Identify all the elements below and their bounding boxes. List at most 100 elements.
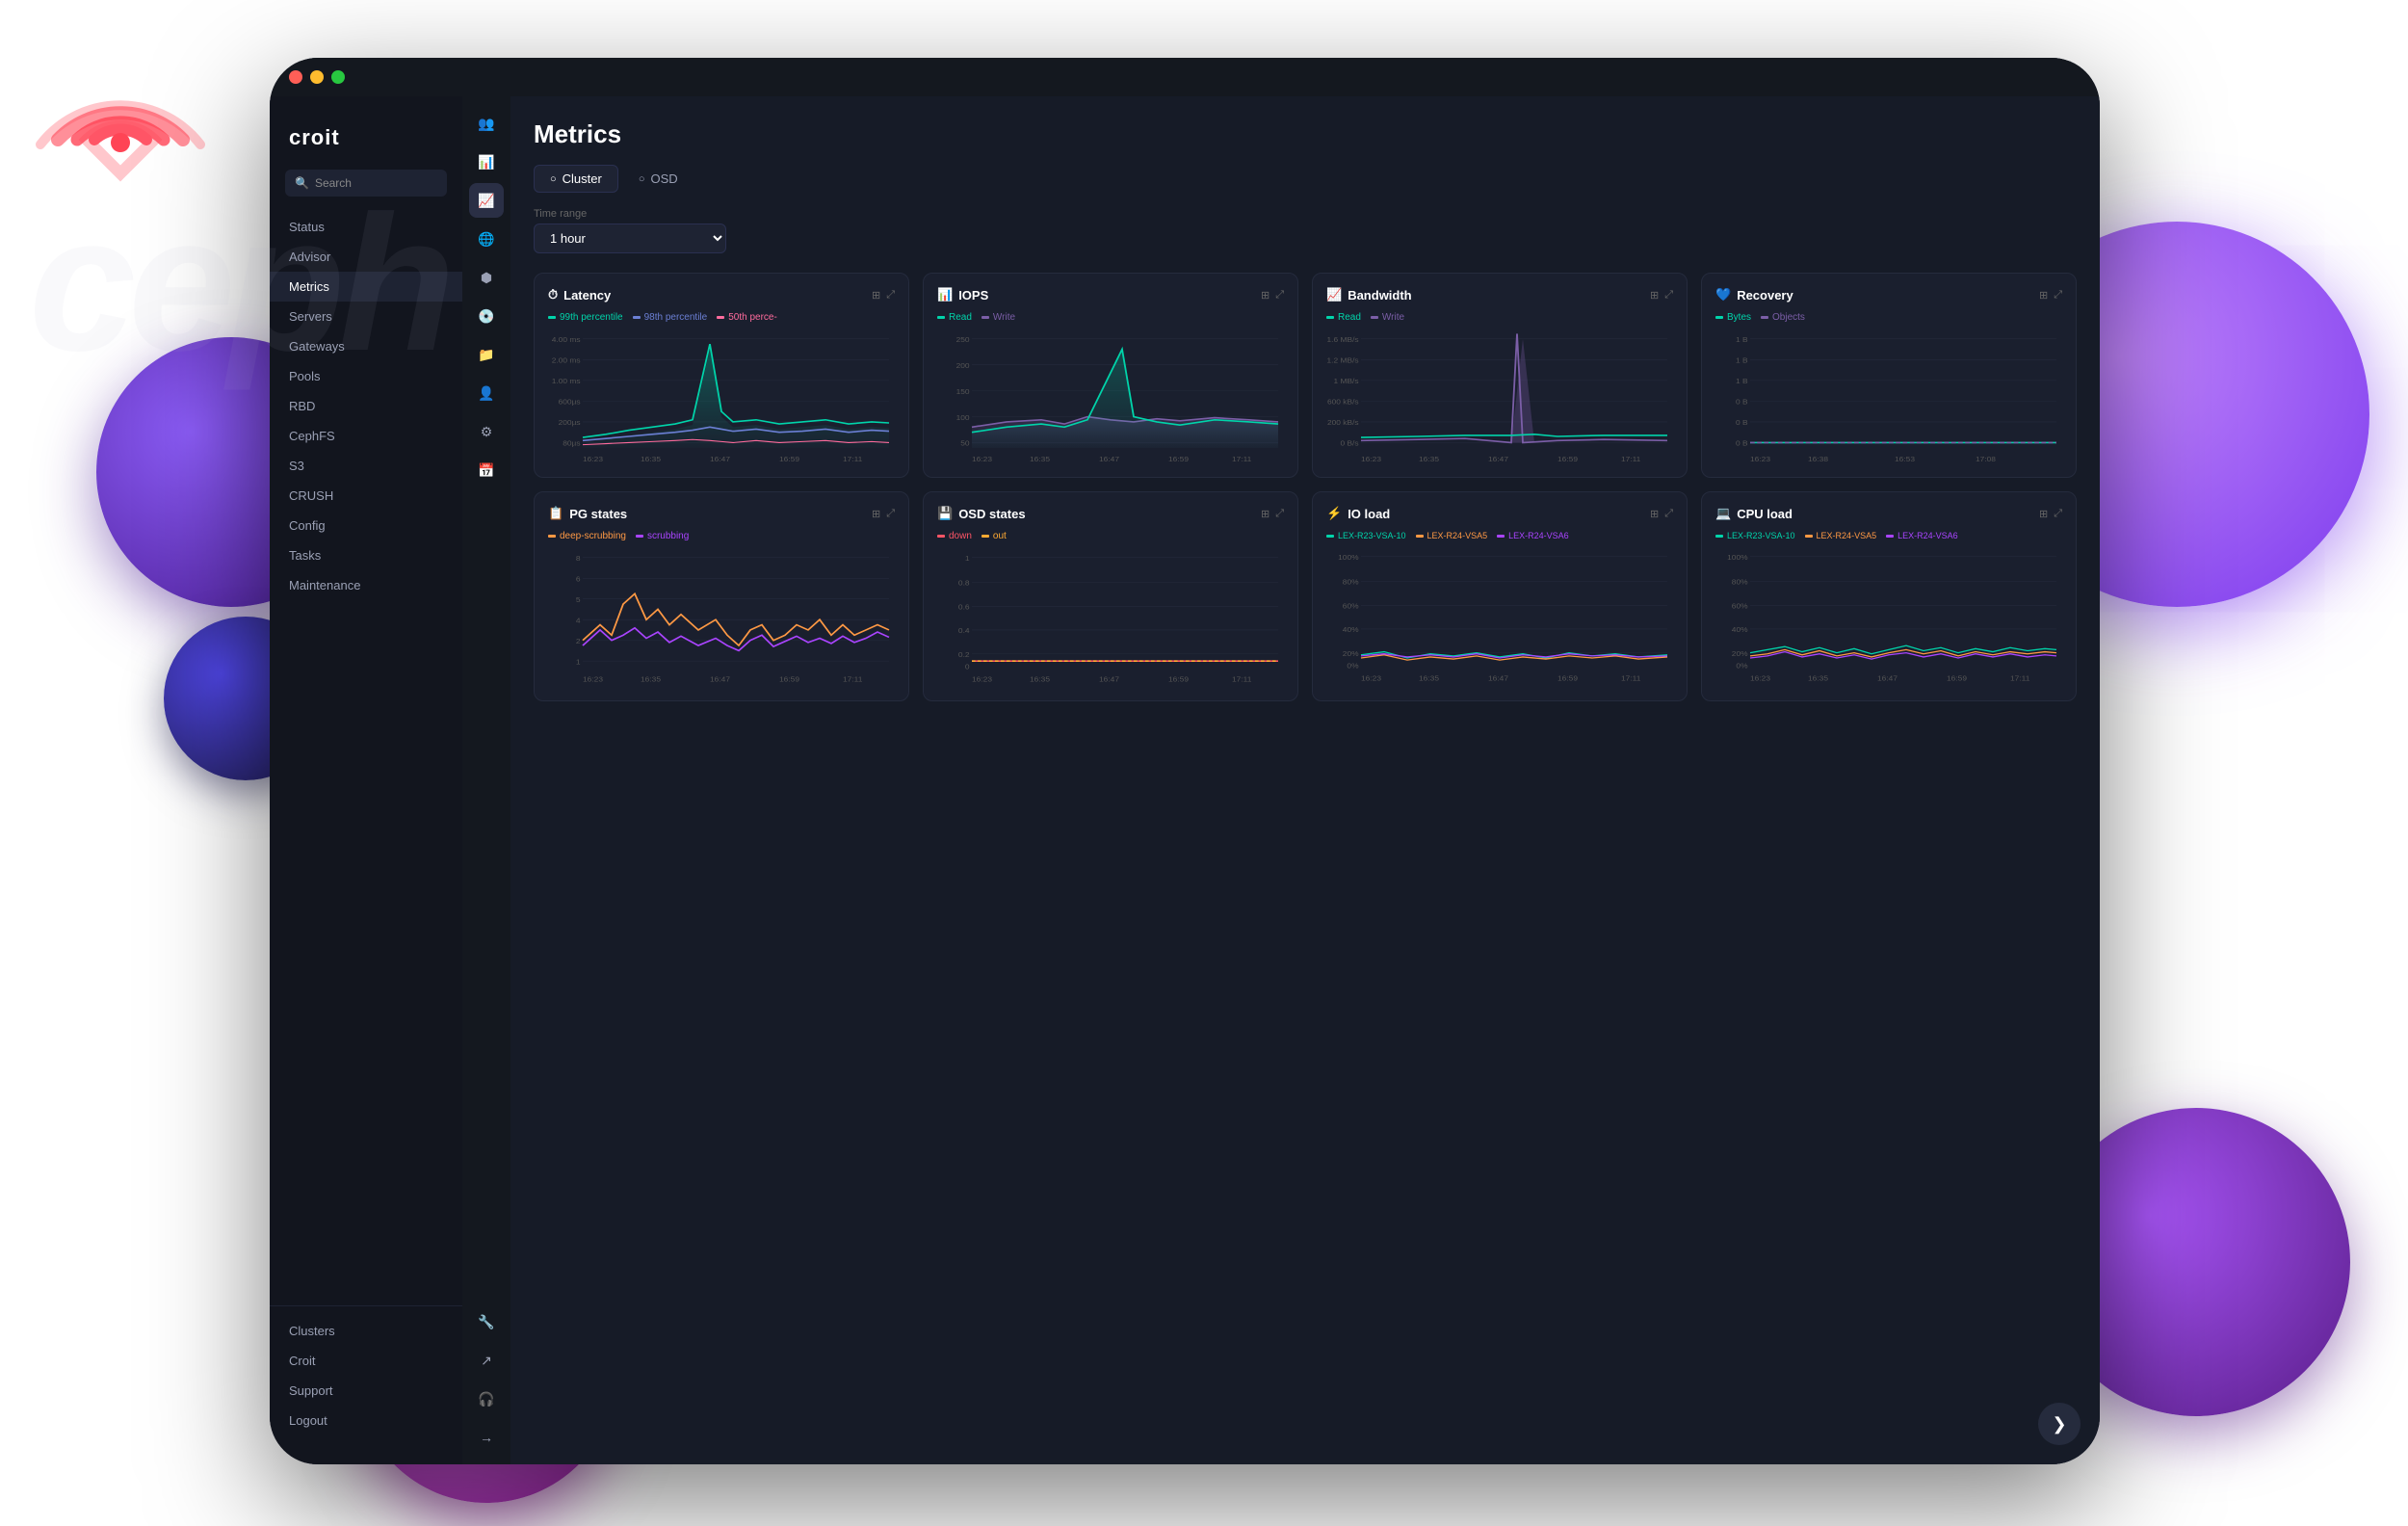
sidebar-search-box[interactable]: 🔍 Search	[285, 170, 447, 197]
svg-text:16:47: 16:47	[1099, 675, 1120, 683]
osd-expand-icon[interactable]: ⤢	[1275, 508, 1284, 520]
sidebar-item-metrics[interactable]: Metrics	[270, 272, 462, 302]
icon-strip-settings[interactable]: ⚙	[469, 414, 504, 449]
icon-strip-tools[interactable]: 🔧	[469, 1304, 504, 1339]
cpu-grid-icon[interactable]: ⊞	[2039, 508, 2048, 520]
bw-legend-read-dot	[1326, 316, 1334, 319]
icon-strip-exit[interactable]: →	[469, 1420, 504, 1455]
sidebar-item-cephfs[interactable]: CephFS	[270, 421, 462, 451]
svg-text:16:35: 16:35	[1030, 675, 1051, 683]
cpu-legend-vsa5-label: LEX-R24-VSA5	[1817, 531, 1877, 540]
iops-icon: 📊	[937, 287, 953, 303]
icon-strip-calendar[interactable]: 📅	[469, 453, 504, 487]
svg-text:17:11: 17:11	[843, 455, 863, 463]
legend-read: Read	[937, 312, 972, 323]
advisor-label: Advisor	[289, 250, 330, 264]
legend-99th: 99th percentile	[548, 312, 623, 323]
sidebar-item-gateways[interactable]: Gateways	[270, 331, 462, 361]
svg-text:16:23: 16:23	[1361, 674, 1382, 682]
io-legend: LEX-R23-VSA-10 LEX-R24-VSA5 LEX-R24-VSA6	[1326, 531, 1673, 540]
icon-strip-users[interactable]: 👥	[469, 106, 504, 141]
time-range-selector[interactable]: 1 hour 6 hours 24 hours	[534, 224, 726, 253]
pg-card-header: 📋 PG states ⊞ ⤢	[548, 506, 895, 521]
traffic-light-green[interactable]	[331, 70, 345, 84]
traffic-light-yellow[interactable]	[310, 70, 324, 84]
latency-expand-icon[interactable]: ⤢	[886, 289, 895, 302]
sidebar-item-pools[interactable]: Pools	[270, 361, 462, 391]
pg-legend-scrub: scrubbing	[636, 531, 689, 541]
sidebar-item-support[interactable]: Support	[270, 1376, 462, 1406]
cpu-card-header: 💻 CPU load ⊞ ⤢	[1715, 506, 2062, 521]
icon-strip-folder[interactable]: 📁	[469, 337, 504, 372]
svg-text:16:59: 16:59	[1557, 674, 1579, 682]
tab-osd-label: OSD	[651, 171, 678, 186]
iops-grid-icon[interactable]: ⊞	[1261, 289, 1269, 302]
iops-title: 📊 IOPS	[937, 287, 988, 303]
svg-text:0%: 0%	[1736, 662, 1747, 670]
sidebar-item-advisor[interactable]: Advisor	[270, 242, 462, 272]
time-range-section: Time range 1 hour 6 hours 24 hours	[534, 208, 2077, 253]
iops-expand-icon[interactable]: ⤢	[1275, 289, 1284, 302]
legend-99th-dot	[548, 316, 556, 319]
osd-grid-icon[interactable]: ⊞	[1261, 508, 1269, 520]
traffic-light-red[interactable]	[289, 70, 302, 84]
tab-osd[interactable]: ○ OSD	[622, 165, 694, 193]
sidebar-item-tasks[interactable]: Tasks	[270, 540, 462, 570]
icon-strip-layers[interactable]: ⬢	[469, 260, 504, 295]
icon-strip-headphone[interactable]: 🎧	[469, 1381, 504, 1416]
svg-text:40%: 40%	[1732, 626, 1748, 634]
svg-text:0%: 0%	[1347, 662, 1358, 670]
osd-states-card: 💾 OSD states ⊞ ⤢ down	[923, 491, 1298, 701]
cpu-actions: ⊞ ⤢	[2039, 508, 2062, 520]
svg-text:16:47: 16:47	[710, 455, 731, 463]
svg-text:16:59: 16:59	[1947, 674, 1968, 682]
svg-text:200µs: 200µs	[559, 419, 581, 428]
iops-legend: Read Write	[937, 312, 1284, 323]
cpu-title: 💻 CPU load	[1715, 506, 1793, 521]
svg-text:20%: 20%	[1343, 649, 1359, 657]
icon-strip-disk[interactable]: 💿	[469, 299, 504, 333]
icon-strip-globe[interactable]: 🌐	[469, 222, 504, 256]
sidebar-item-s3[interactable]: S3	[270, 451, 462, 481]
sidebar-item-clusters[interactable]: Clusters	[270, 1316, 462, 1346]
latency-grid-icon[interactable]: ⊞	[872, 289, 880, 302]
pg-expand-icon[interactable]: ⤢	[886, 508, 895, 520]
svg-text:150: 150	[956, 387, 971, 396]
io-grid-icon[interactable]: ⊞	[1650, 508, 1659, 520]
tab-cluster[interactable]: ○ Cluster	[534, 165, 618, 193]
sidebar-item-logout[interactable]: Logout	[270, 1406, 462, 1435]
osd-legend-out-label: out	[993, 531, 1007, 541]
sidebar-item-servers[interactable]: Servers	[270, 302, 462, 331]
sidebar-item-rbd[interactable]: RBD	[270, 391, 462, 421]
osd-legend-out: out	[982, 531, 1007, 541]
recovery-expand-icon[interactable]: ⤢	[2054, 289, 2062, 302]
bw-legend-read: Read	[1326, 312, 1361, 323]
io-expand-icon[interactable]: ⤢	[1664, 508, 1673, 520]
rec-legend-bytes-dot	[1715, 316, 1723, 319]
io-legend-vsa10-dot	[1326, 535, 1334, 538]
bandwidth-title: 📈 Bandwidth	[1326, 287, 1412, 303]
recovery-grid-icon[interactable]: ⊞	[2039, 289, 2048, 302]
svg-text:17:11: 17:11	[1621, 455, 1641, 463]
icon-strip-trending[interactable]: 📈	[469, 183, 504, 218]
bandwidth-card: 📈 Bandwidth ⊞ ⤢ Read	[1312, 273, 1688, 478]
icon-strip-users2[interactable]: 👤	[469, 376, 504, 410]
cpu-legend-vsa10: LEX-R23-VSA-10	[1715, 531, 1795, 540]
bandwidth-expand-icon[interactable]: ⤢	[1664, 289, 1673, 302]
svg-text:17:11: 17:11	[1232, 675, 1252, 683]
sidebar-item-croit[interactable]: Croit	[270, 1346, 462, 1376]
sidebar-item-maintenance[interactable]: Maintenance	[270, 570, 462, 600]
bandwidth-grid-icon[interactable]: ⊞	[1650, 289, 1659, 302]
cpu-expand-icon[interactable]: ⤢	[2054, 508, 2062, 520]
config-label: Config	[289, 518, 326, 533]
rec-legend-bytes-label: Bytes	[1727, 312, 1751, 323]
pg-chart: 8 6 5 4 2 1 16:23 16:35 16:4	[548, 547, 895, 687]
sidebar-item-config[interactable]: Config	[270, 511, 462, 540]
pg-grid-icon[interactable]: ⊞	[872, 508, 880, 520]
sidebar-item-status[interactable]: Status	[270, 212, 462, 242]
svg-text:0: 0	[965, 663, 970, 671]
icon-strip-chart[interactable]: 📊	[469, 145, 504, 179]
terminal-button[interactable]: ❯	[2038, 1403, 2081, 1445]
icon-strip-share[interactable]: ↗	[469, 1343, 504, 1378]
sidebar-item-crush[interactable]: CRUSH	[270, 481, 462, 511]
